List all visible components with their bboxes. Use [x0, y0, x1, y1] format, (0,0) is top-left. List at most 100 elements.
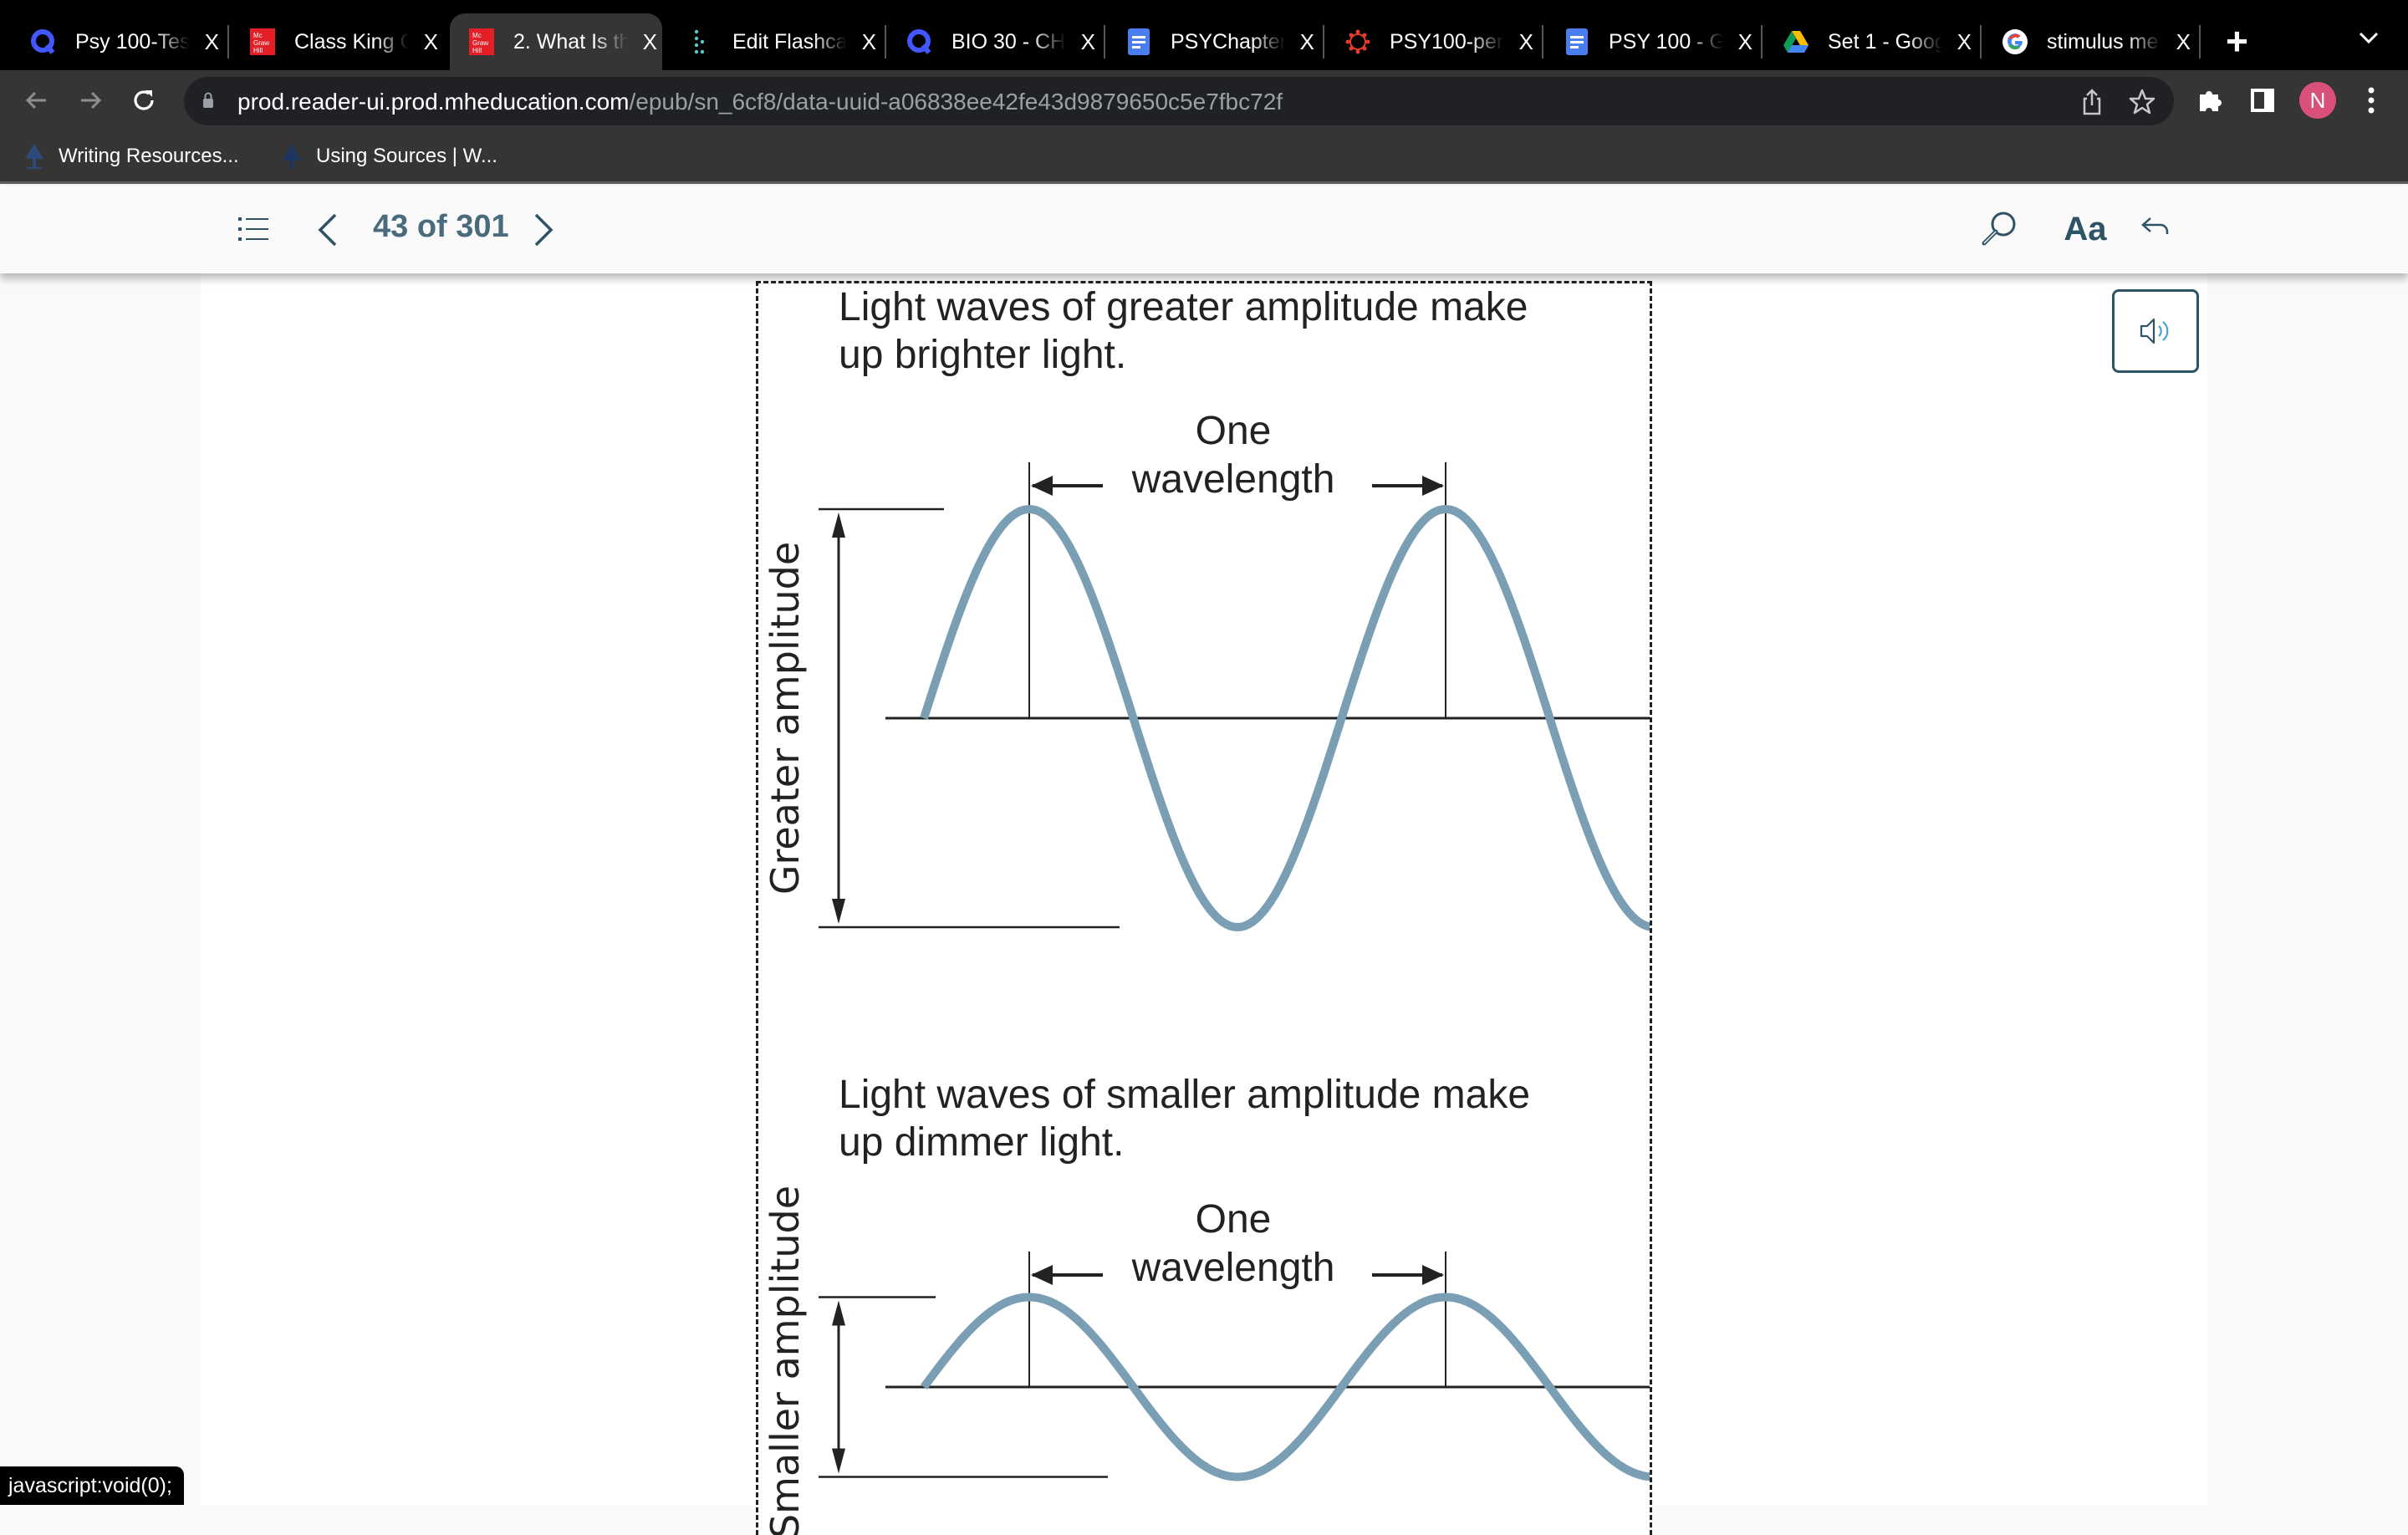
search-button[interactable]	[1978, 207, 2020, 249]
return-arrow-icon	[2141, 217, 2169, 234]
browser-tab[interactable]: PSYChapter X	[1107, 13, 1319, 70]
kebab-menu-icon	[2368, 87, 2375, 114]
browser-tab[interactable]: BIO 30 - CH X	[888, 13, 1100, 70]
wave-diagram-smaller: One wavelength Smaller amplitude	[763, 1186, 1650, 1535]
svg-text:Mc: Mc	[472, 32, 482, 39]
svg-text:Mc: Mc	[253, 32, 263, 39]
speaker-icon	[2140, 318, 2169, 344]
table-of-contents-button[interactable]	[232, 211, 274, 247]
google-drive-icon	[1783, 28, 1809, 55]
page-indicator: 43 of 301	[373, 209, 509, 244]
arrowhead-left	[1031, 1265, 1053, 1285]
chevron-right-icon	[534, 213, 554, 247]
new-tab-button[interactable]: +	[2226, 22, 2248, 60]
tab-close-button[interactable]: X	[1952, 29, 1977, 55]
browser-tab[interactable]: PSY 100 - G X	[1545, 13, 1758, 70]
svg-text:Graw: Graw	[253, 39, 269, 47]
tab-separator	[1542, 25, 1543, 59]
tree-logo-icon	[283, 144, 301, 169]
bookmark-writing-resources[interactable]: Writing Resources...	[22, 142, 239, 171]
google-icon	[2002, 28, 2028, 55]
previous-page-button[interactable]	[311, 209, 344, 251]
extensions-button[interactable]	[2192, 82, 2229, 119]
bookmark-label: Using Sources | W...	[316, 145, 497, 167]
quizlet-icon	[906, 28, 933, 55]
bookmark-label: Writing Resources...	[59, 145, 239, 167]
browser-tab[interactable]: Edit Flashcards X	[669, 13, 881, 70]
tab-title: Class King Cha	[294, 29, 409, 54]
tab-title: PSY 100 - G	[1609, 29, 1723, 54]
svg-text:Graw: Graw	[472, 39, 488, 47]
tab-title: 2. What Is the	[513, 29, 628, 54]
tab-close-button[interactable]: X	[1295, 29, 1319, 55]
forward-button[interactable]	[72, 82, 109, 119]
browser-toolbar: prod.reader-ui.prod.mheducation.com/epub…	[0, 70, 2408, 130]
tab-title: stimulus me	[2047, 29, 2159, 54]
tab-title: Set 1 - Goog	[1828, 29, 1942, 54]
browser-tab[interactable]: stimulus me X	[1983, 13, 2196, 70]
reload-button[interactable]	[125, 82, 162, 119]
side-panel-icon	[2251, 89, 2274, 112]
tab-title: BIO 30 - CH	[951, 29, 1066, 54]
google-docs-icon	[1125, 28, 1152, 55]
side-panel-button[interactable]	[2244, 82, 2281, 119]
tab-close-button[interactable]: X	[200, 29, 224, 55]
browser-tab[interactable]: PSY100-per X	[1326, 13, 1538, 70]
amplitude-arrowhead-down	[832, 1448, 845, 1474]
amplitude-figure: Light waves of greater amplitude make up…	[756, 281, 1652, 1535]
url-host: prod.reader-ui.prod.mheducation.com	[237, 89, 630, 115]
arrow-right-icon	[81, 91, 102, 110]
mcgraw-hill-icon: Mc Graw Hill	[468, 28, 495, 55]
tab-close-button[interactable]: X	[1514, 29, 1538, 55]
tab-close-button[interactable]: X	[419, 29, 443, 55]
tab-title: Edit Flashcards	[732, 29, 847, 54]
arrow-left-icon	[25, 91, 46, 110]
amplitude-arrowhead-up	[832, 1300, 845, 1326]
flashcard-icon	[687, 28, 714, 55]
bookmark-star-icon[interactable]	[2127, 87, 2157, 117]
tab-close-button[interactable]: X	[638, 29, 662, 55]
browser-tab[interactable]: McGrawHill 2. What Is the X	[450, 13, 662, 70]
url-path: /epub/sn_6cf8/data-uuid-a06838ee42fe43d9…	[629, 89, 1283, 115]
amplitude-label: Smaller amplitude	[763, 1186, 808, 1535]
back-return-button[interactable]	[2137, 209, 2174, 246]
chevron-left-icon	[318, 213, 337, 247]
search-icon	[1982, 212, 2016, 246]
next-page-button[interactable]	[527, 209, 560, 251]
google-docs-icon	[1564, 28, 1590, 55]
tree-logo-icon	[25, 144, 43, 169]
tab-close-button[interactable]: X	[1076, 29, 1100, 55]
back-button[interactable]	[18, 82, 55, 119]
canvas-icon	[1344, 28, 1371, 55]
address-bar[interactable]: prod.reader-ui.prod.mheducation.com/epub…	[184, 77, 2174, 125]
puzzle-icon	[2200, 91, 2222, 111]
profile-avatar[interactable]: N	[2299, 82, 2336, 119]
lock-icon	[203, 92, 213, 108]
font-settings-button[interactable]: Aa	[2053, 206, 2117, 252]
list-icon	[238, 217, 268, 241]
tab-separator	[885, 25, 886, 59]
tab-title: PSYChapter	[1171, 29, 1285, 54]
tab-separator	[1323, 25, 1324, 59]
read-aloud-button[interactable]	[2112, 289, 2199, 373]
browser-menu-button[interactable]	[2353, 82, 2390, 119]
browser-tab[interactable]: Psy 100-Test X	[12, 13, 224, 70]
browser-tab[interactable]: Set 1 - Goog X	[1764, 13, 1977, 70]
browser-tab[interactable]: McGrawHill Class King Cha X	[231, 13, 443, 70]
reload-icon	[134, 90, 154, 110]
arrowhead-right	[1422, 1265, 1444, 1285]
wavelength-label-line1: One	[1196, 1197, 1272, 1242]
bookmarks-bar: Writing Resources... Using Sources | W..…	[0, 130, 2408, 184]
tab-close-button[interactable]: X	[857, 29, 881, 55]
tab-search-chevron-icon[interactable]	[2358, 25, 2380, 51]
tab-close-button[interactable]: X	[2171, 29, 2196, 55]
url-text[interactable]: prod.reader-ui.prod.mheducation.com/epub…	[237, 89, 1283, 115]
bookmark-using-sources[interactable]: Using Sources | W...	[279, 142, 497, 171]
tab-close-button[interactable]: X	[1733, 29, 1758, 55]
tab-separator	[1980, 25, 1982, 59]
svg-text:Hill: Hill	[253, 47, 263, 54]
share-icon[interactable]	[2077, 87, 2107, 117]
tab-separator	[1761, 25, 1763, 59]
tab-strip: Psy 100-TestXMcGrawHillClass King ChaXMc…	[0, 0, 2408, 70]
tab-title: Psy 100-Test	[75, 29, 190, 54]
